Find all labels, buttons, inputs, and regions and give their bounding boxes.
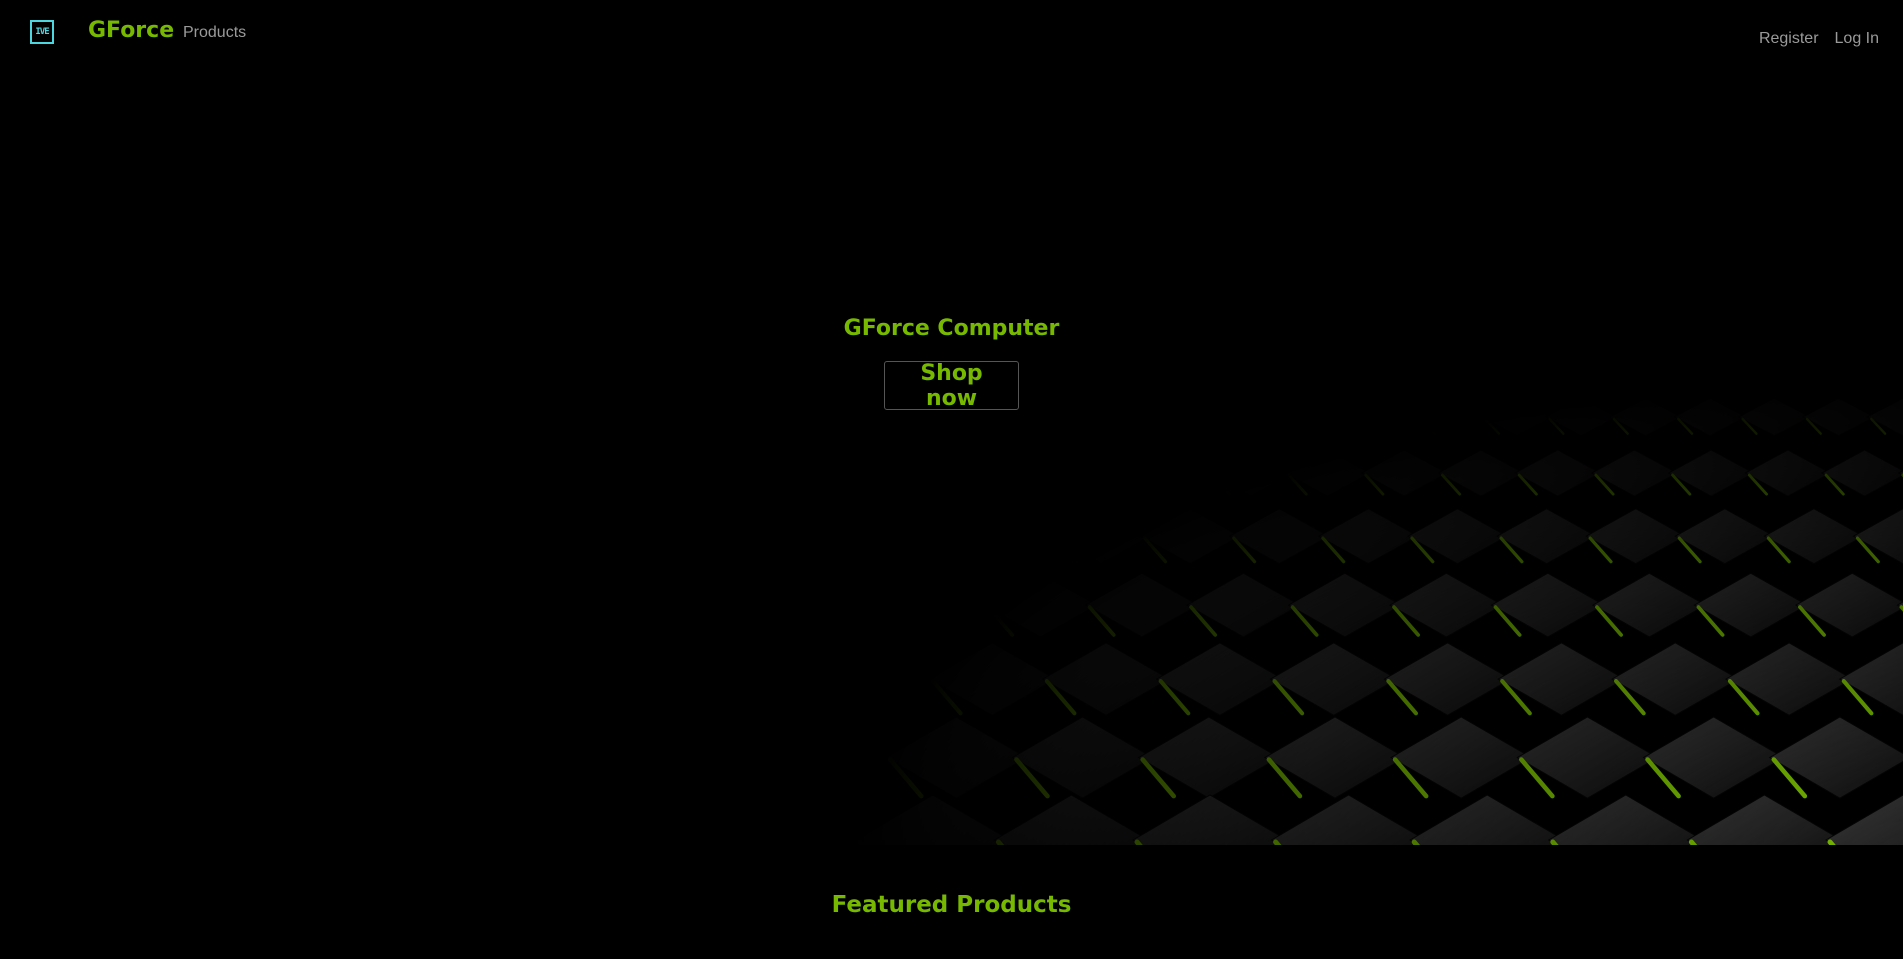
register-link[interactable]: Register: [1759, 30, 1819, 48]
page: GForce Computer Shop now IVE GForce Prod…: [0, 0, 1903, 959]
brand-link[interactable]: GForce: [88, 18, 174, 43]
login-link[interactable]: Log In: [1835, 30, 1879, 48]
logo-icon[interactable]: IVE: [30, 20, 54, 44]
top-navbar: IVE GForce Products Register Log In: [0, 0, 1903, 72]
nav-products-link[interactable]: Products: [183, 24, 246, 42]
shop-now-button[interactable]: Shop now: [884, 361, 1019, 411]
auth-links: Register Log In: [1759, 30, 1879, 48]
hero-section: GForce Computer Shop now: [0, 0, 1903, 845]
hero-title: GForce Computer: [843, 316, 1060, 341]
hero-background-pattern: [854, 329, 1903, 845]
featured-products-heading: Featured Products: [831, 892, 1072, 918]
